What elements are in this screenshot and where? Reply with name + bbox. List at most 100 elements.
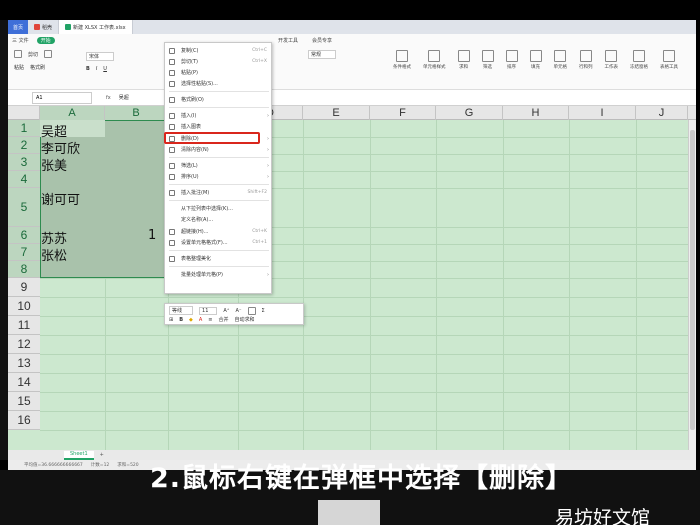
column-header-h[interactable]: H [503, 106, 569, 120]
number-format-select[interactable]: 常规 [308, 50, 337, 59]
mini-font-select[interactable]: 等线 [169, 306, 194, 315]
underline-icon[interactable]: U [103, 66, 107, 72]
column-header-i[interactable]: I [569, 106, 636, 120]
row-col-button[interactable]: 行和列 [579, 50, 593, 70]
column-header-g[interactable]: G [436, 106, 503, 120]
sort-button[interactable]: 排序 [505, 50, 518, 70]
docer-tab[interactable]: 稻壳 [28, 20, 60, 34]
menu-item-table-beautify[interactable]: 表格整理美化 [165, 253, 273, 264]
menu-item-cut[interactable]: 剪切(T) Ctrl+X [165, 56, 273, 67]
scroll-thumb[interactable] [690, 130, 695, 430]
row-header[interactable]: 13 [8, 354, 40, 373]
fill-button[interactable]: 填充 [529, 50, 542, 70]
menu-item-format-cells[interactable]: 设置单元格格式(F)... Ctrl+1 [165, 237, 273, 248]
font-select[interactable]: 宋体 [86, 52, 115, 61]
column-header-e[interactable]: E [303, 106, 370, 120]
add-sheet-button[interactable]: + [100, 452, 104, 458]
status-sum: 求和=520 [117, 463, 139, 468]
merge-icon[interactable] [247, 306, 256, 315]
paste-icon[interactable] [14, 50, 22, 58]
freeze-label: 冻结窗格 [630, 65, 648, 70]
cell-style-button[interactable]: 单元格样式 [423, 50, 446, 70]
row-header[interactable]: 7 [8, 244, 40, 261]
row-header[interactable]: 6 [8, 227, 40, 244]
row-header[interactable]: 12 [8, 335, 40, 354]
italic-icon[interactable]: I [96, 66, 97, 72]
menu-item-insert[interactable]: 插入(I) › [165, 110, 273, 121]
border-icon[interactable]: ⊞ [169, 317, 173, 323]
name-box[interactable]: A1 [32, 91, 92, 104]
cell-b7[interactable]: 1 [148, 228, 156, 243]
bold-icon[interactable]: B [179, 317, 183, 323]
row-header[interactable]: 11 [8, 316, 40, 335]
menu-item-insert-comment[interactable]: 插入批注(M) Shift+F2 [165, 187, 273, 198]
row-header[interactable]: 3 [8, 154, 40, 171]
monitor-stand [318, 500, 380, 525]
row-header[interactable]: 4 [8, 171, 40, 188]
menu-item-sort[interactable]: 排序(U) › [165, 171, 273, 182]
row-header[interactable]: 9 [8, 278, 40, 297]
cell-a8[interactable]: 张松 [41, 245, 67, 264]
filter-button[interactable]: 筛选 [481, 50, 494, 70]
menu-item-batch[interactable]: 批量处理单元格(P) › [165, 269, 273, 280]
vertical-scrollbar[interactable] [688, 120, 696, 450]
row-header[interactable]: 14 [8, 373, 40, 392]
align-icon[interactable]: ≡ [208, 317, 212, 323]
format-painter-icon[interactable] [44, 50, 53, 58]
font-color-icon[interactable]: A [199, 317, 202, 323]
sheet-tab-sheet1[interactable]: Sheet1 [64, 450, 94, 460]
paste-button[interactable]: 粘贴 [14, 64, 24, 71]
sigma-icon[interactable]: Σ [262, 308, 265, 314]
grow-font-icon[interactable]: A⁺ [223, 308, 229, 314]
menu-item-define-name[interactable]: 定义名称(A)... [165, 214, 273, 225]
sheet-grid[interactable]: A B C D E F G H I J 1 2 3 4 5 6 7 8 9 10… [8, 106, 696, 450]
menu-item-hyperlink[interactable]: 超链接(H)... Ctrl+K [165, 226, 273, 237]
row-header[interactable]: 1 [8, 120, 40, 137]
freeze-button[interactable]: 冻结窗格 [630, 50, 648, 70]
row-header[interactable]: 5 [8, 188, 40, 227]
cut-button[interactable]: 剪切 [28, 51, 38, 58]
row-header[interactable]: 10 [8, 297, 40, 316]
merge-button[interactable]: 合并 [219, 316, 229, 323]
brush-icon [169, 96, 175, 103]
cell-a5[interactable]: 谢可可 [41, 189, 80, 208]
table-tools-button[interactable]: 表格工具 [660, 50, 678, 70]
row-header[interactable]: 8 [8, 261, 40, 278]
member-tab[interactable]: 会员专享 [312, 37, 332, 44]
bold-icon[interactable]: B [86, 66, 90, 72]
start-tab[interactable]: 开始 [36, 36, 55, 44]
fill-color-icon[interactable]: ◆ [189, 317, 193, 323]
menu-item-paste-special[interactable]: 选择性粘贴(S)... [165, 78, 273, 89]
column-header-f[interactable]: F [370, 106, 436, 120]
select-all-corner[interactable] [8, 106, 40, 120]
row-header[interactable]: 16 [8, 411, 40, 430]
menu-item-format-painter[interactable]: 格式刷(O) [165, 94, 273, 105]
row-header[interactable]: 2 [8, 137, 40, 154]
shrink-font-icon[interactable]: A⁻ [235, 308, 241, 314]
formula-value[interactable]: 吴超 [119, 94, 129, 101]
column-header-a[interactable]: A [40, 106, 105, 120]
sum-button[interactable]: 求和 [457, 50, 470, 70]
home-tab[interactable]: 首页 [8, 20, 29, 34]
workbook-tab[interactable]: 新建 XLSX 工作表.xlsx [59, 20, 133, 34]
cell-a3[interactable]: 张美 [41, 155, 67, 174]
menu-item-pick-list[interactable]: 从下拉列表中选择(K)... [165, 203, 273, 214]
format-painter-button[interactable]: 格式刷 [30, 64, 45, 71]
row-header[interactable]: 15 [8, 392, 40, 411]
file-menu[interactable]: 三 文件 [12, 37, 29, 44]
mini-size-select[interactable]: 11 [199, 306, 218, 315]
menu-item-paste[interactable]: 粘贴(P) [165, 67, 273, 78]
devtools-tab[interactable]: 开发工具 [278, 37, 298, 44]
menu-item-clear[interactable]: 清除内容(N) › [165, 144, 273, 155]
menu-item-insert-chart[interactable]: 插入图表 [165, 121, 273, 132]
column-header-j[interactable]: J [636, 106, 688, 120]
fx-icon[interactable]: fx [106, 95, 111, 101]
column-header-b[interactable]: B [105, 106, 168, 120]
cell-button[interactable]: 单元格 [554, 50, 567, 70]
worksheet-button[interactable]: 工作表 [605, 50, 618, 70]
menu-item-filter[interactable]: 筛选(L) › [165, 160, 273, 171]
menu-bar: 三 文件 开始 开发工具 会员专享 [8, 34, 696, 46]
menu-item-copy[interactable]: 复制(C) Ctrl+C [165, 45, 273, 56]
autosum-button[interactable]: 自动求和 [235, 316, 255, 323]
cond-format-button[interactable]: 条件格式 [393, 50, 411, 70]
